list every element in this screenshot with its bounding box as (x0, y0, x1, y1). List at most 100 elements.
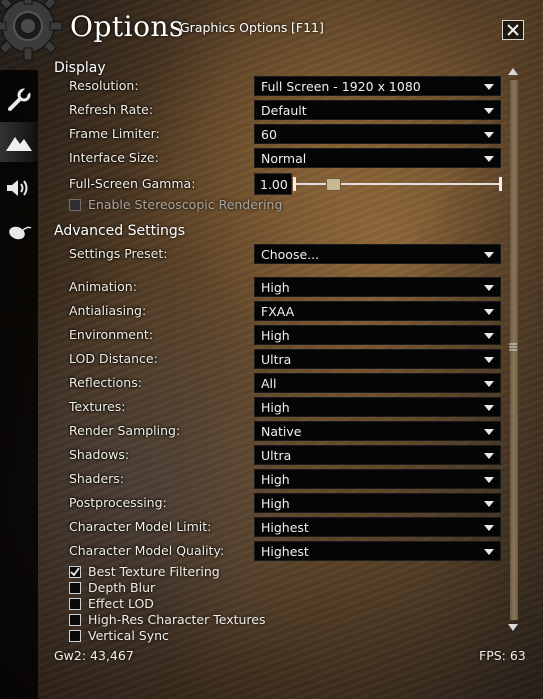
effect-lod-checkbox[interactable] (69, 598, 81, 610)
chevron-down-icon (484, 357, 494, 363)
scrollbar-grip-icon[interactable] (509, 343, 517, 351)
effect-lod-label: Effect LOD (88, 596, 154, 611)
antialiasing-value: FXAA (261, 304, 295, 319)
high-res-textures-checkbox[interactable] (69, 614, 81, 626)
advanced-heading: Advanced Settings (54, 223, 186, 239)
chevron-down-icon (484, 549, 494, 555)
resolution-value: Full Screen - 1920 x 1080 (261, 79, 421, 94)
chevron-down-icon (484, 429, 494, 435)
build-number: Gw2: 43,467 (54, 648, 134, 663)
chevron-down-icon (484, 477, 494, 483)
window-title: Options (70, 10, 184, 43)
animation-value: High (261, 280, 290, 295)
gamma-label: Full-Screen Gamma: (69, 176, 196, 191)
depth-blur-label: Depth Blur (88, 580, 156, 595)
stereoscopic-checkbox[interactable] (69, 199, 81, 211)
resolution-label: Resolution: (69, 78, 139, 93)
gear-icon (0, 0, 63, 61)
shadows-label: Shadows: (69, 447, 130, 462)
tab-controls[interactable] (0, 211, 38, 251)
settings-preset-value: Choose... (261, 247, 320, 262)
interface-size-dropdown[interactable]: Normal (254, 148, 501, 168)
reflections-value: All (261, 376, 277, 391)
scroll-down-icon[interactable] (508, 624, 518, 631)
char-model-limit-label: Character Model Limit: (69, 519, 212, 534)
chevron-down-icon (484, 156, 494, 162)
close-button[interactable] (502, 20, 524, 40)
refresh-rate-label: Refresh Rate: (69, 102, 154, 117)
gamma-value: 1.00 (260, 177, 288, 192)
chevron-down-icon (484, 333, 494, 339)
chevron-down-icon (484, 501, 494, 507)
textures-value: High (261, 400, 290, 415)
resolution-dropdown[interactable]: Full Screen - 1920 x 1080 (254, 76, 501, 96)
render-sampling-label: Render Sampling: (69, 423, 181, 438)
reflections-dropdown[interactable]: All (254, 373, 501, 393)
gamma-slider-min-cap (293, 177, 296, 191)
settings-preset-label: Settings Preset: (69, 246, 168, 261)
fps-counter: FPS: 63 (479, 648, 526, 663)
interface-size-label: Interface Size: (69, 150, 159, 165)
char-model-limit-value: Highest (261, 520, 309, 535)
tab-sound[interactable] (0, 168, 38, 208)
chevron-down-icon (484, 453, 494, 459)
gamma-value-box[interactable]: 1.00 (254, 173, 292, 195)
best-texture-filtering-checkbox[interactable] (69, 566, 81, 578)
tab-general[interactable] (0, 80, 38, 120)
shadows-dropdown[interactable]: Ultra (254, 445, 501, 465)
mouse-icon (9, 226, 32, 240)
antialiasing-dropdown[interactable]: FXAA (254, 301, 501, 321)
animation-dropdown[interactable]: High (254, 277, 501, 297)
shaders-value: High (261, 472, 290, 487)
high-res-textures-label: High-Res Character Textures (88, 612, 266, 627)
scrollbar[interactable] (507, 68, 519, 634)
postprocessing-label: Postprocessing: (69, 495, 167, 510)
speaker-icon (7, 180, 28, 196)
shaders-label: Shaders: (69, 471, 125, 486)
window-subtitle: Graphics Options (180, 20, 288, 35)
chevron-down-icon (484, 405, 494, 411)
environment-label: Environment: (69, 327, 154, 342)
shaders-dropdown[interactable]: High (254, 469, 501, 489)
char-model-quality-dropdown[interactable]: Highest (254, 541, 501, 561)
chevron-down-icon (484, 525, 494, 531)
chevron-down-icon (484, 381, 494, 387)
render-sampling-value: Native (261, 424, 302, 439)
tab-graphics[interactable] (0, 122, 38, 162)
char-model-limit-dropdown[interactable]: Highest (254, 517, 501, 537)
vertical-sync-checkbox[interactable] (69, 630, 81, 642)
frame-limiter-value: 60 (261, 127, 277, 142)
lod-distance-value: Ultra (261, 352, 292, 367)
depth-blur-checkbox[interactable] (69, 582, 81, 594)
interface-size-value: Normal (261, 151, 307, 166)
lod-distance-dropdown[interactable]: Ultra (254, 349, 501, 369)
settings-preset-dropdown[interactable]: Choose... (254, 244, 501, 264)
frame-limiter-label: Frame Limiter: (69, 126, 160, 141)
frame-limiter-dropdown[interactable]: 60 (254, 124, 501, 144)
postprocessing-dropdown[interactable]: High (254, 493, 501, 513)
chevron-down-icon (484, 252, 494, 258)
close-icon (507, 24, 519, 36)
render-sampling-dropdown[interactable]: Native (254, 421, 501, 441)
checkmark-icon (70, 567, 80, 577)
textures-dropdown[interactable]: High (254, 397, 501, 417)
chevron-down-icon (484, 132, 494, 138)
refresh-rate-dropdown[interactable]: Default (254, 100, 501, 120)
textures-label: Textures: (69, 399, 126, 414)
lod-distance-label: LOD Distance: (69, 351, 158, 366)
postprocessing-value: High (261, 496, 290, 511)
chevron-down-icon (484, 84, 494, 90)
refresh-rate-value: Default (261, 103, 307, 118)
gamma-slider-max-cap (499, 177, 502, 191)
gamma-slider-handle[interactable] (326, 178, 341, 191)
mountains-icon (6, 137, 32, 151)
antialiasing-label: Antialiasing: (69, 303, 147, 318)
vertical-sync-label: Vertical Sync (88, 628, 169, 643)
environment-dropdown[interactable]: High (254, 325, 501, 345)
chevron-down-icon (484, 285, 494, 291)
char-model-quality-value: Highest (261, 544, 309, 559)
scroll-up-icon[interactable] (508, 68, 518, 75)
reflections-label: Reflections: (69, 375, 142, 390)
animation-label: Animation: (69, 279, 137, 294)
char-model-quality-label: Character Model Quality: (69, 543, 225, 558)
